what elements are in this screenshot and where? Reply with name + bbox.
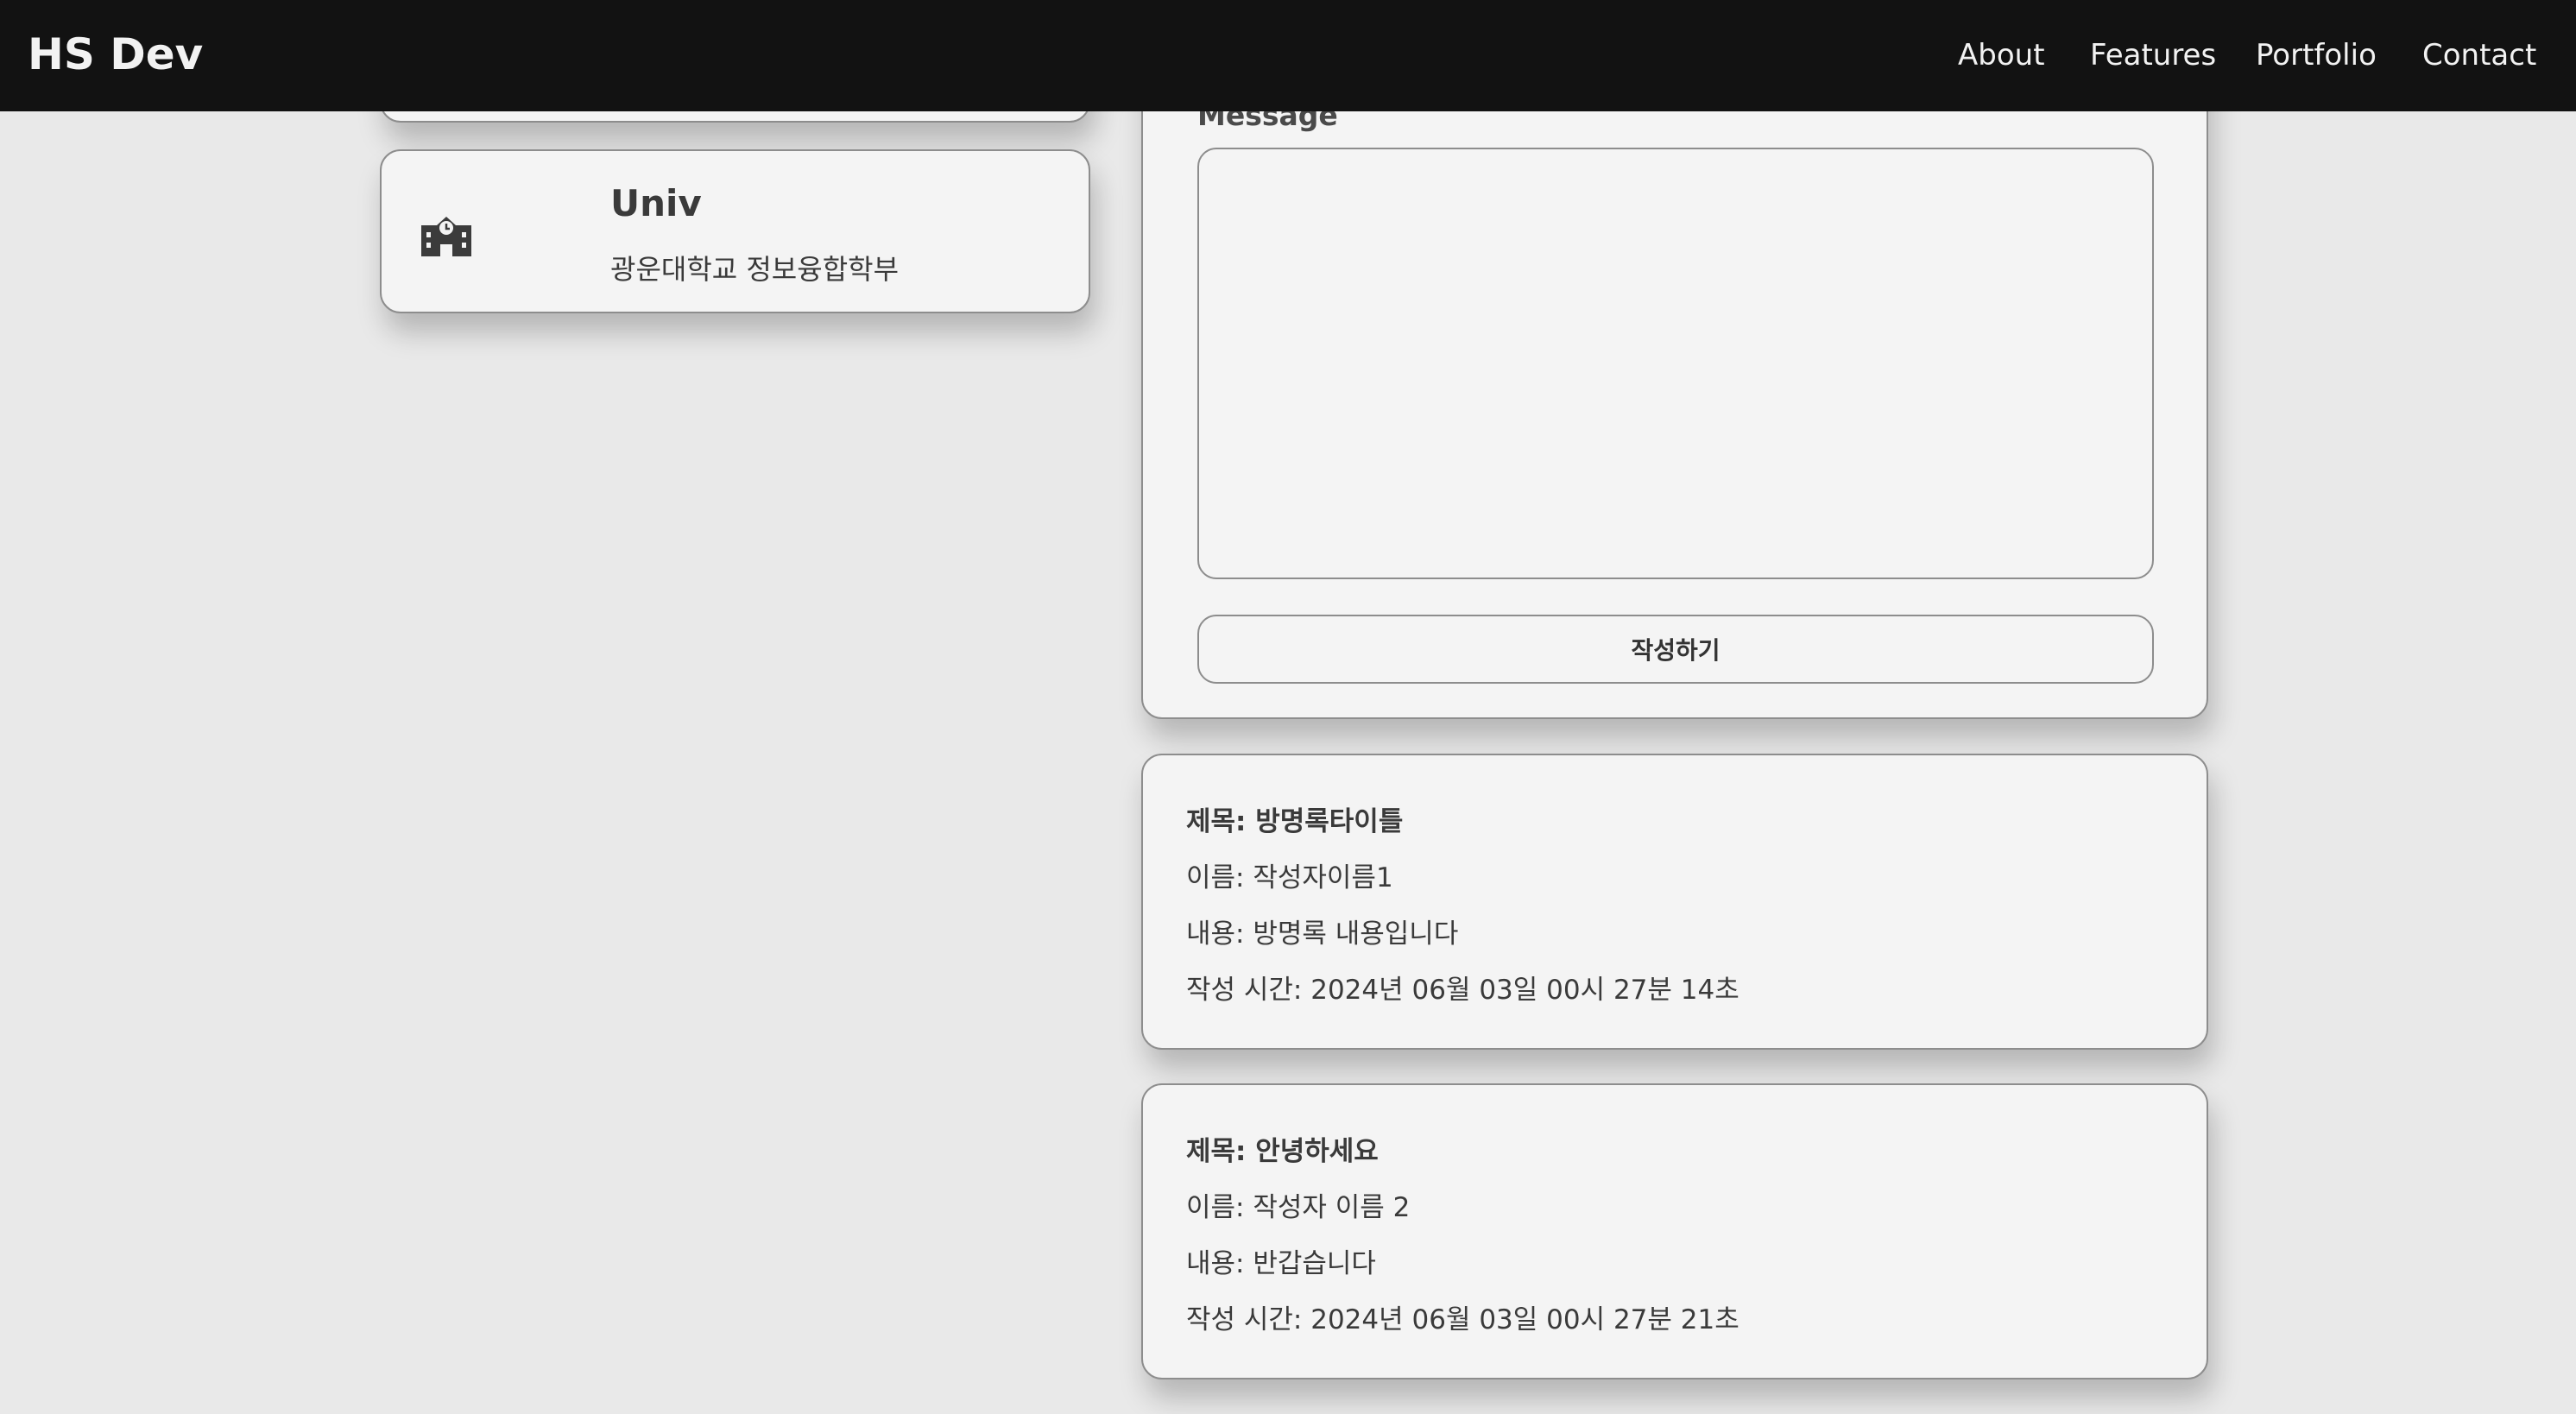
guestbook-entry: 제목: 방명록타이틀 이름: 작성자이름1 내용: 방명록 내용입니다 작성 시…	[1141, 754, 2208, 1050]
entry-content: 내용: 반갑습니다	[1186, 1248, 1376, 1279]
school-icon	[416, 206, 477, 258]
nav-link-portfolio[interactable]: Portfolio	[2256, 38, 2377, 73]
entry-title: 제목: 안녕하세요	[1186, 1136, 1379, 1167]
entry-timestamp: 작성 시간: 2024년 06월 03일 00시 27분 14초	[1186, 975, 1739, 1006]
top-navbar: HS Dev About Features Portfolio Contact	[0, 0, 2576, 111]
guestbook-entry: 제목: 안녕하세요 이름: 작성자 이름 2 내용: 반갑습니다 작성 시간: …	[1141, 1083, 2208, 1379]
profile-card-univ: Univ 광운대학교 정보융합학부	[380, 149, 1090, 313]
nav-link-about[interactable]: About	[1958, 38, 2045, 73]
entry-title: 제목: 방명록타이틀	[1186, 806, 1404, 837]
entry-author: 이름: 작성자 이름 2	[1186, 1192, 1411, 1223]
univ-card-title: Univ	[610, 182, 702, 224]
nav-link-contact[interactable]: Contact	[2422, 38, 2536, 73]
submit-button[interactable]: 작성하기	[1197, 615, 2154, 684]
nav-link-features[interactable]: Features	[2090, 38, 2216, 73]
brand-logo[interactable]: HS Dev	[28, 29, 203, 79]
message-textarea[interactable]	[1197, 148, 2154, 579]
entry-content: 내용: 방명록 내용입니다	[1186, 918, 1459, 950]
entry-timestamp: 작성 시간: 2024년 06월 03일 00시 27분 21초	[1186, 1304, 1739, 1335]
univ-card-subtitle: 광운대학교 정보융합학부	[610, 253, 900, 286]
entry-author: 이름: 작성자이름1	[1186, 862, 1393, 893]
